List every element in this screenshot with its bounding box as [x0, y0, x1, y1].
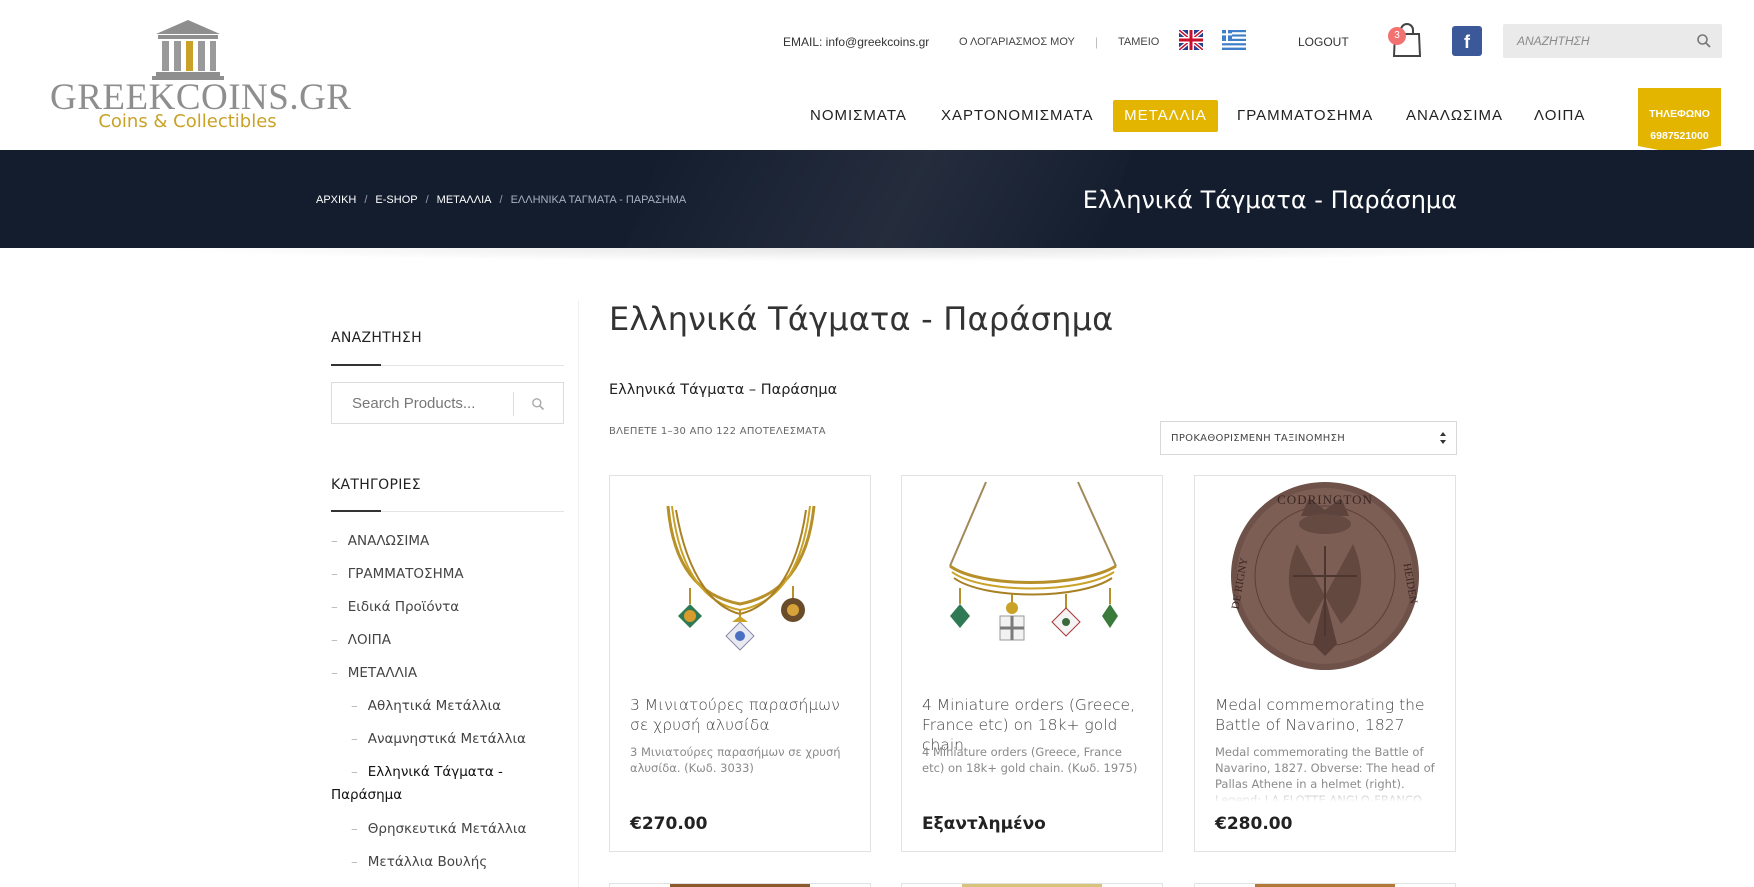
- search-icon[interactable]: [1696, 33, 1712, 49]
- subcategory-item[interactable]: – Αθλητικά Μετάλλια: [351, 695, 501, 718]
- product-image[interactable]: [920, 476, 1144, 676]
- select-arrows-icon: [1440, 432, 1446, 444]
- subcategory-item-active[interactable]: – Ελληνικά Τάγματα -: [351, 761, 503, 784]
- site-header: GREEKCOINS.GR Coins & Collectibles EMAIL…: [0, 0, 1754, 154]
- product-image[interactable]: CODRINGTON DE RIGNY HEIDEN: [1213, 476, 1437, 676]
- nav-item-consumables[interactable]: ΑΝΑΛΩΣΙΜΑ: [1406, 100, 1503, 132]
- breadcrumb-medals[interactable]: ΜΕΤΑΛΛΙΑ: [437, 194, 492, 206]
- temple-logo-icon: [152, 20, 224, 80]
- search-divider: [513, 392, 514, 416]
- nav-item-coins[interactable]: ΝΟΜΙΣΜΑΤΑ: [810, 100, 907, 132]
- sort-select[interactable]: ΠΡΟΚΑΘΟΡΙΣΜΕΝΗ ΤΑΞΙΝΟΜΗΣΗ: [1160, 421, 1457, 455]
- facebook-icon[interactable]: f: [1452, 26, 1482, 56]
- product-card-partial[interactable]: [609, 883, 871, 887]
- phone-label: ΤΗΛΕΦΩΝΟ: [1649, 108, 1710, 120]
- category-item[interactable]: – ΓΡΑΜΜΑΤΟΣΗΜΑ: [331, 563, 464, 586]
- category-item[interactable]: – ΑΝΑΛΩΣΙΜΑ: [331, 530, 429, 553]
- contact-email[interactable]: EMAIL: info@greekcoins.gr: [783, 30, 929, 54]
- product-title[interactable]: Medal commemorating the Battle of Navari…: [1215, 695, 1437, 735]
- heading-underline: [331, 364, 564, 366]
- heading-underline: [331, 510, 564, 512]
- logo-tagline: Coins & Collectibles: [98, 111, 277, 132]
- nav-item-stamps[interactable]: ΓΡΑΜΜΑΤΟΣΗΜΑ: [1237, 100, 1373, 132]
- breadcrumb: ΑΡΧΙΚΗ / E-SHOP / ΜΕΤΑΛΛΙΑ / ΕΛΛΗΝΙΚΑ ΤΑΓΜΑΤΑ …: [316, 190, 686, 210]
- subcategory-item[interactable]: – Θρησκευτικά Μετάλλια: [351, 818, 526, 841]
- header-search-placeholder: ΑΝΑΖΗΤΗΣΗ: [1517, 34, 1590, 48]
- sidebar-search-heading: ΑΝΑΖΗΤΗΣΗ: [331, 330, 422, 346]
- page-title: Ελληνικά Τάγματα - Παράσημα: [609, 300, 1114, 338]
- cart-count-badge: 3: [1388, 27, 1406, 45]
- product-card[interactable]: CODRINGTON DE RIGNY HEIDEN Medal commemo…: [1194, 475, 1456, 852]
- sidebar-categories-heading: ΚΑΤΗΓΟΡΙΕΣ: [331, 477, 421, 493]
- site-logo[interactable]: GREEKCOINS.GR Coins & Collectibles: [50, 18, 351, 138]
- product-title[interactable]: 3 Μινιατούρες παρασήμων σε χρυσή αλυσίδα: [630, 695, 852, 735]
- product-description: 3 Μινιατούρες παρασήμων σε χρυσή αλυσίδα…: [630, 744, 852, 802]
- header-search-input[interactable]: ΑΝΑΖΗΤΗΣΗ: [1503, 24, 1722, 58]
- product-card[interactable]: 3 Μινιατούρες παρασήμων σε χρυσή αλυσίδα…: [609, 475, 871, 852]
- breadcrumb-eshop[interactable]: E-SHOP: [375, 194, 417, 206]
- product-description: Medal commemorating the Battle of Navari…: [1215, 744, 1437, 802]
- breadcrumb-current: ΕΛΛΗΝΙΚΑ ΤΑΓΜΑΤΑ - ΠΑΡΑΣΗΜΑ: [510, 194, 687, 206]
- product-search-input[interactable]: Search Products...: [331, 382, 564, 424]
- breadcrumb-separator: /: [425, 194, 429, 206]
- phone-number: 6987521000: [1650, 130, 1709, 142]
- nav-item-other[interactable]: ΛΟΙΠΑ: [1534, 100, 1585, 132]
- product-card-partial[interactable]: [901, 883, 1163, 887]
- product-price: €270.00: [630, 814, 708, 834]
- search-icon[interactable]: [531, 397, 545, 411]
- greek-flag-icon[interactable]: [1222, 30, 1246, 50]
- product-image[interactable]: [628, 476, 852, 676]
- product-description: 4 Miniature orders (Greece, France etc) …: [922, 744, 1144, 802]
- category-item[interactable]: – ΛΟΙΠΑ: [331, 629, 391, 652]
- breadcrumb-home[interactable]: ΑΡΧΙΚΗ: [316, 194, 356, 206]
- uk-flag-icon[interactable]: [1179, 30, 1203, 50]
- banner-title: Ελληνικά Τάγματα - Παράσημα: [1082, 186, 1457, 214]
- product-price: €280.00: [1215, 814, 1293, 834]
- page-banner: ΑΡΧΙΚΗ / E-SHOP / ΜΕΤΑΛΛΙΑ / ΕΛΛΗΝΙΚΑ ΤΑΓΜΑΤΑ …: [0, 150, 1754, 248]
- breadcrumb-separator: /: [364, 194, 368, 206]
- product-card[interactable]: 4 Miniature orders (Greece, France etc) …: [901, 475, 1163, 852]
- nav-item-medals[interactable]: ΜΕΤΑΛΛΙΑ: [1113, 100, 1218, 132]
- product-card-partial[interactable]: [1194, 883, 1456, 887]
- subcategory-item[interactable]: – Μετάλλια Βουλής: [351, 851, 487, 874]
- subcategory-item[interactable]: – Αναμνηστικά Μετάλλια: [351, 728, 526, 751]
- product-search-placeholder: Search Products...: [352, 395, 476, 412]
- checkout-link[interactable]: ΤΑΜΕΙΟ: [1118, 30, 1159, 54]
- category-item[interactable]: – ΜΕΤΑΛΛΙΑ: [331, 662, 417, 685]
- phone-badge[interactable]: ΤΗΛΕΦΩΝΟ 6987521000: [1638, 88, 1721, 154]
- my-account-link[interactable]: Ο ΛΟΓΑΡΙΑΣΜΟΣ ΜΟΥ: [959, 30, 1075, 54]
- subcategory-item-active-continued[interactable]: Παράσημα: [331, 784, 402, 807]
- logout-link[interactable]: LOGOUT: [1298, 30, 1349, 54]
- sidebar-divider: [578, 300, 579, 887]
- result-count: ΒΛΕΠΕΤΕ 1–30 ΑΠΟ 122 ΑΠΟΤΕΛΕΣΜΑΤΑ: [609, 426, 826, 437]
- breadcrumb-separator: /: [499, 194, 503, 206]
- banner-shadow: [150, 248, 1600, 262]
- product-stock-status: Εξαντλημένο: [922, 814, 1046, 834]
- nav-item-banknotes[interactable]: ΧΑΡΤΟΝΟΜΙΣΜΑΤΑ: [941, 100, 1093, 132]
- category-item[interactable]: – Ειδικά Προϊόντα: [331, 596, 459, 619]
- category-description: Ελληνικά Τάγματα – Παράσημα: [609, 382, 838, 398]
- topbar-separator: |: [1095, 35, 1099, 49]
- sort-selected-value: ΠΡΟΚΑΘΟΡΙΣΜΕΝΗ ΤΑΞΙΝΟΜΗΣΗ: [1171, 433, 1346, 444]
- coin-legend-top: CODRINGTON: [1277, 492, 1373, 507]
